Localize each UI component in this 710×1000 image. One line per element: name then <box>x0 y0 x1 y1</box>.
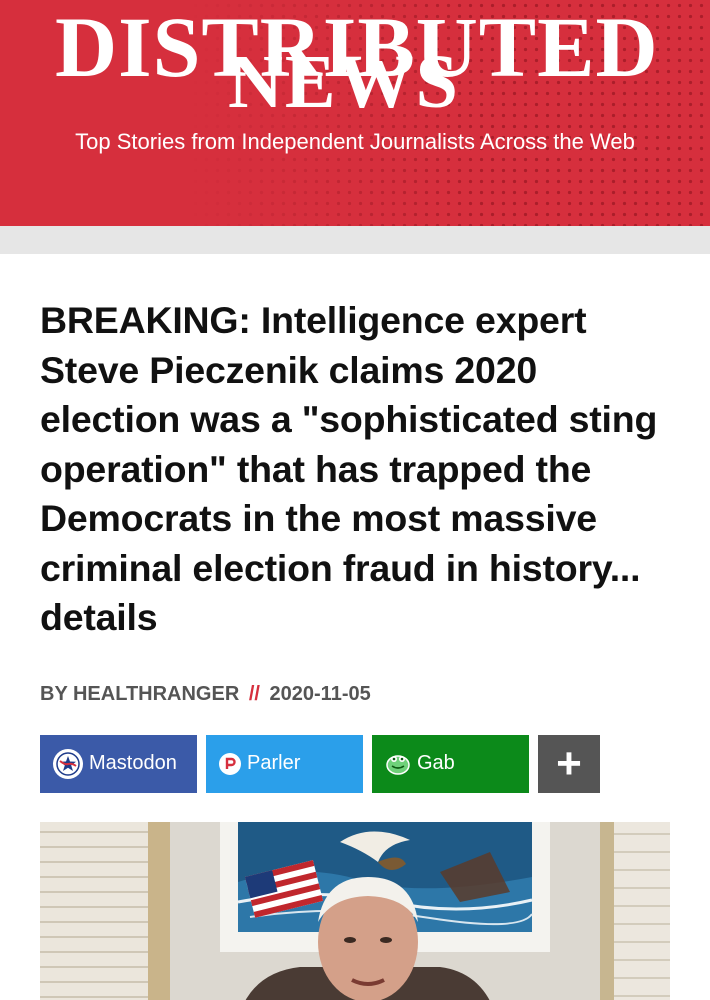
share-parler-button[interactable]: Parler <box>206 734 363 793</box>
gab-icon <box>385 751 411 777</box>
article-byline: BY HEALTHRANGER // 2020-11-05 <box>40 683 670 706</box>
parler-icon <box>219 752 241 775</box>
site-logo[interactable]: DISTRIBUTED NEWS <box>0 0 710 124</box>
site-header: DISTRIBUTED NEWS Top Stories from Indepe… <box>0 0 710 226</box>
share-gab-label: Gab <box>417 752 455 774</box>
mastodon-icon <box>53 748 83 779</box>
share-mastodon-button[interactable]: Mastodon <box>40 734 197 793</box>
article-headline: BREAKING: Intelligence expert Steve Piec… <box>40 299 658 638</box>
header-divider <box>0 226 710 254</box>
share-gab-button[interactable]: Gab <box>372 734 529 793</box>
share-mastodon-label: Mastodon <box>89 752 177 774</box>
article-image <box>40 821 670 1000</box>
plus-icon: + <box>556 738 582 788</box>
author-label[interactable]: BY HEALTHRANGER <box>40 683 239 705</box>
share-buttons: Mastodon Parler Gab + <box>40 734 670 793</box>
byline-separator: // <box>248 682 260 705</box>
share-parler-label: Parler <box>247 752 301 774</box>
logo-text-news: NEWS <box>228 40 460 124</box>
site-tagline: Top Stories from Independent Journalists… <box>75 129 635 154</box>
article-photo-illustration <box>40 821 670 1000</box>
publish-date: 2020-11-05 <box>269 682 371 705</box>
share-more-button[interactable]: + <box>538 734 600 793</box>
article: BREAKING: Intelligence expert Steve Piec… <box>0 296 710 1000</box>
